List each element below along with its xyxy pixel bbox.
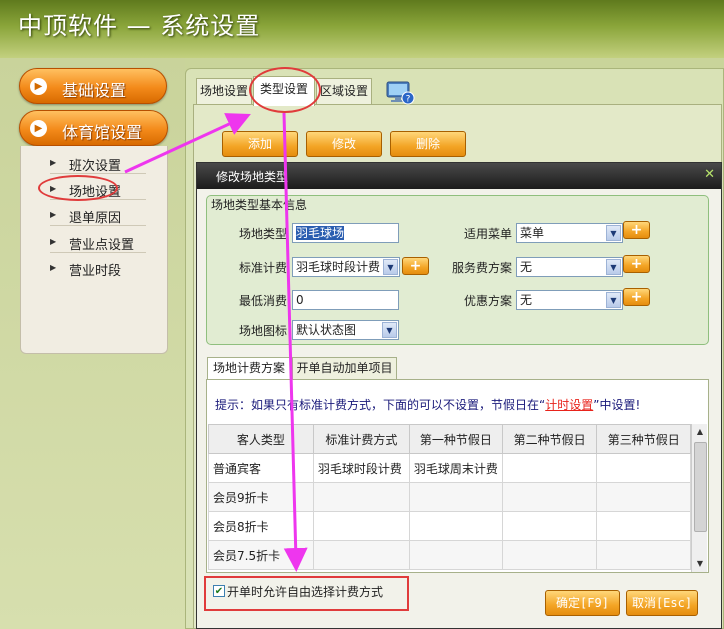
arrow-to-tab — [124, 113, 251, 174]
annotation-arrows — [124, 112, 308, 572]
arrow-to-checkbox — [282, 112, 308, 572]
